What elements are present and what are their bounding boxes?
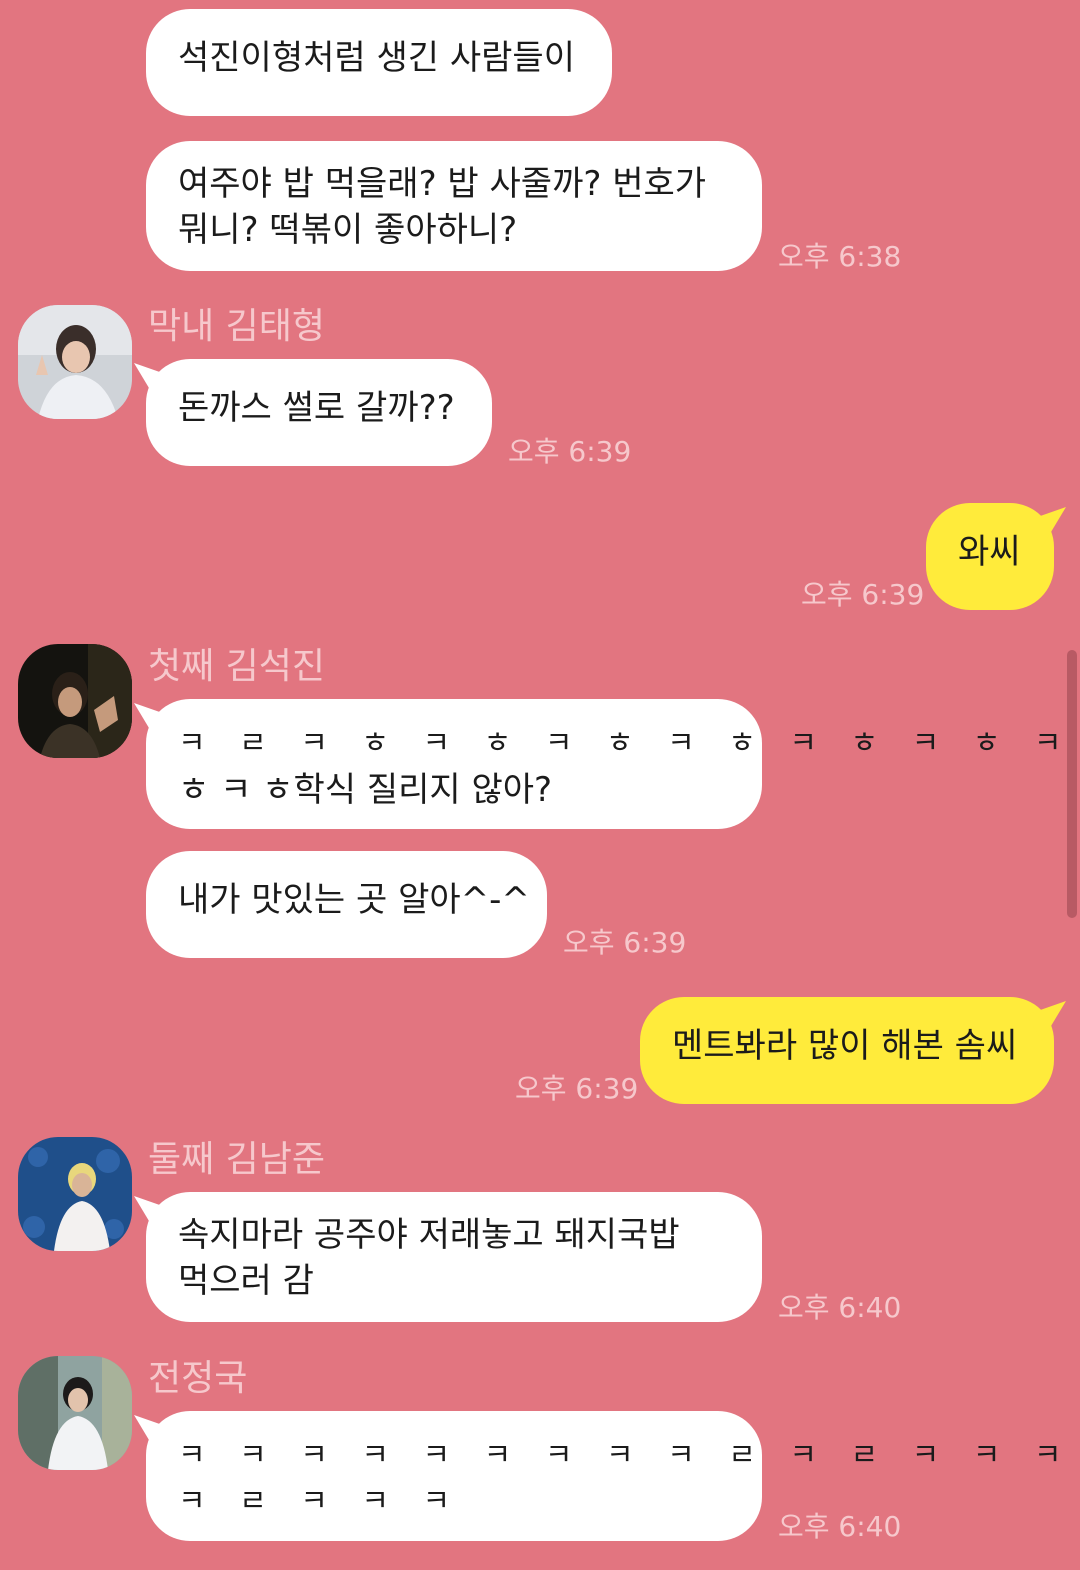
avatar-kim-taehyung[interactable] [18, 305, 132, 419]
message-bubble[interactable]: ㅋ ㅋ ㅋ ㅋ ㅋ ㅋ ㅋ ㅋ ㅋ ㄹ ㅋ ㄹ ㅋ ㅋ ㅋ ㅋ ㄹ ㅋ ㅋ ㅋ [146, 1411, 1074, 1541]
avatar-photo [18, 305, 132, 419]
avatar-kim-seokjin[interactable] [18, 644, 132, 758]
message-bubble[interactable]: ㅋ ㄹ ㅋ ㅎ ㅋ ㅎ ㅋ ㅎ ㅋ ㅎ ㅋ ㅎ ㅋ ㅎ ㅋ ㅎ ㅋ ㅎ학식 질리… [146, 699, 1074, 829]
message-text: 돈까스 썰로 갈까?? [178, 388, 455, 428]
avatar-photo [18, 1356, 132, 1470]
message-text: 와씨 [958, 532, 1021, 572]
my-message-bubble[interactable]: 멘트봐라 많이 해본 솜씨 [640, 997, 1054, 1104]
sender-name: 전정국 [148, 1358, 248, 1399]
my-message-bubble[interactable]: 와씨 [926, 503, 1054, 610]
message-text-line: ㅋ ㄹ ㅋ ㅋ ㅋ [178, 1484, 463, 1519]
message-timestamp: 오후 6:39 [508, 435, 632, 468]
message-timestamp: 오후 6:38 [778, 240, 902, 273]
message-bubble[interactable]: 석진이형처럼 생긴 사람들이 [146, 9, 612, 116]
sender-name: 첫째 김석진 [148, 646, 326, 687]
message-text-line: ㅋ ㄹ ㅋ ㅎ ㅋ ㅎ ㅋ ㅎ ㅋ ㅎ ㅋ ㅎ ㅋ ㅎ ㅋ [178, 726, 1074, 761]
avatar-jeon-jungkook[interactable] [18, 1356, 132, 1470]
scrollbar-thumb[interactable] [1067, 650, 1077, 918]
message-text-line: 뭐니? 떡볶이 좋아하니? [178, 210, 518, 250]
avatar-photo [18, 1137, 132, 1251]
message-text: 내가 맛있는 곳 알아^-^ [178, 880, 530, 920]
message-bubble[interactable]: 여주야 밥 먹을래? 밥 사줄까? 번호가 뭐니? 떡볶이 좋아하니? [146, 141, 762, 271]
message-timestamp: 오후 6:39 [801, 578, 925, 611]
message-bubble[interactable]: 속지마라 공주야 저래놓고 돼지국밥 먹으러 감 [146, 1192, 762, 1322]
message-bubble[interactable]: 내가 맛있는 곳 알아^-^ [146, 851, 547, 958]
message-text-line: 먹으러 감 [178, 1261, 314, 1301]
message-timestamp: 오후 6:39 [563, 926, 687, 959]
message-text-line: ㅋ ㅋ ㅋ ㅋ ㅋ ㅋ ㅋ ㅋ ㅋ ㄹ ㅋ ㄹ ㅋ ㅋ ㅋ [178, 1438, 1074, 1473]
message-bubble[interactable]: 돈까스 썰로 갈까?? [146, 359, 492, 466]
avatar-kim-namjoon[interactable] [18, 1137, 132, 1251]
message-timestamp: 오후 6:40 [778, 1510, 902, 1543]
avatar-photo [18, 644, 132, 758]
message-timestamp: 오후 6:39 [515, 1072, 639, 1105]
message-text: 석진이형처럼 생긴 사람들이 [178, 38, 575, 78]
message-text: 멘트봐라 많이 해본 솜씨 [672, 1026, 1018, 1066]
message-timestamp: 오후 6:40 [778, 1291, 902, 1324]
message-text-line: ㅎ ㅋ ㅎ학식 질리지 않아? [178, 770, 553, 810]
message-text-line: 여주야 밥 먹을래? 밥 사줄까? 번호가 [178, 164, 707, 204]
sender-name: 둘째 김남준 [148, 1139, 326, 1180]
message-text-line: 속지마라 공주야 저래놓고 돼지국밥 [178, 1215, 680, 1255]
sender-name: 막내 김태형 [148, 306, 326, 347]
